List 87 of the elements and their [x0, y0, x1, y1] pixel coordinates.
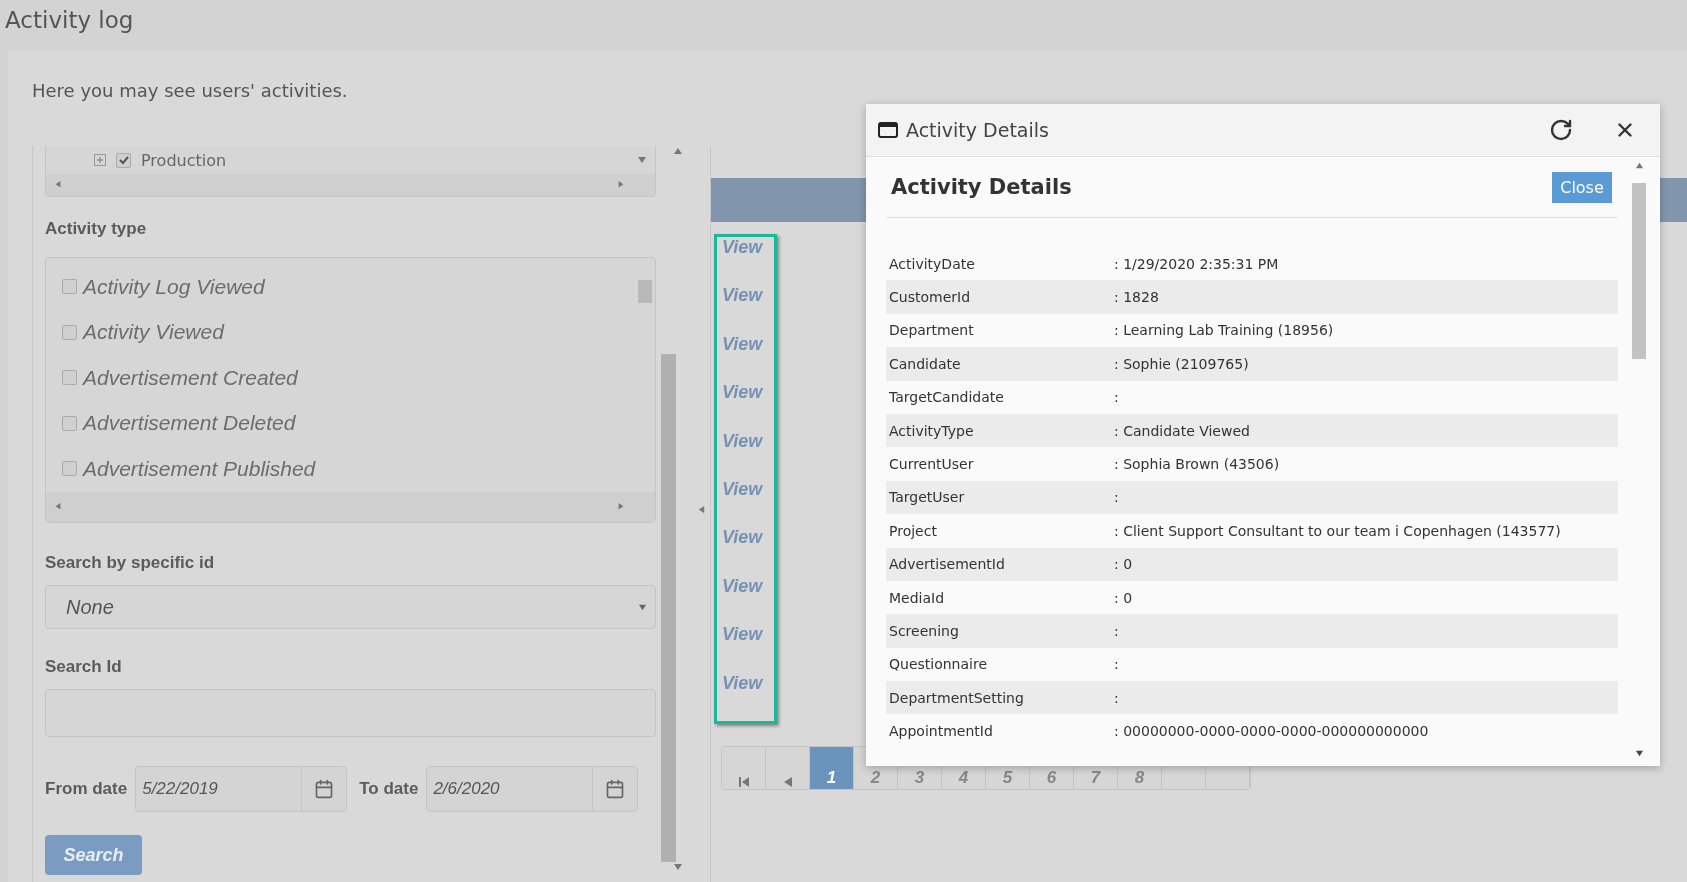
- search-button[interactable]: Search: [45, 835, 142, 875]
- field-value: : 0: [1114, 589, 1133, 606]
- scroll-left-icon[interactable]: [54, 181, 62, 189]
- previous-icon: [783, 777, 792, 787]
- scroll-up-icon[interactable]: [1634, 161, 1644, 170]
- scrollbar-thumb[interactable]: [638, 280, 652, 303]
- field-name: Screening: [889, 623, 960, 639]
- dialog-title: Activity Details: [906, 119, 1050, 141]
- field-value: : Learning Lab Training (18956): [1114, 322, 1334, 339]
- page-title: Activity log: [4, 6, 135, 35]
- field-value: :: [1114, 656, 1119, 673]
- activity-checkbox[interactable]: [62, 324, 77, 340]
- activity-type-label[interactable]: Advertisement Deleted: [83, 411, 296, 436]
- view-link[interactable]: View: [717, 478, 774, 528]
- field-value: : 00000000-0000-0000-0000-000000000000: [1114, 723, 1429, 740]
- calendar-icon[interactable]: [605, 779, 626, 799]
- activity-type-label[interactable]: Activity Viewed: [83, 320, 224, 345]
- window-icon: [878, 122, 898, 138]
- activity-type-label[interactable]: Advertisement Published: [83, 456, 316, 481]
- field-name: DepartmentSetting: [889, 689, 1025, 706]
- field-value: : Client Support Consultant to our team i Copenhagen (143577): [1114, 522, 1561, 539]
- view-link[interactable]: View: [717, 430, 774, 479]
- field-name: TargetUser: [889, 489, 966, 506]
- field-name: Candidate: [889, 355, 962, 372]
- field-value: : Sophia Brown (43506): [1114, 456, 1280, 473]
- field-value: :: [1114, 623, 1119, 639]
- field-label: Search Id: [45, 657, 123, 678]
- scroll-down-icon[interactable]: [1634, 749, 1644, 758]
- view-link[interactable]: View: [717, 382, 774, 431]
- scrollbar-thumb[interactable]: [1632, 183, 1646, 359]
- activity-checkbox[interactable]: [62, 461, 77, 477]
- activity-checkbox[interactable]: [62, 415, 77, 431]
- dropdown-arrow-icon[interactable]: [637, 155, 647, 165]
- view-link[interactable]: View: [717, 237, 774, 286]
- field-name: AdvertisementId: [889, 556, 1006, 573]
- view-link[interactable]: View: [717, 285, 774, 334]
- page-button[interactable]: 1: [810, 747, 854, 789]
- first-page-button[interactable]: [722, 747, 766, 789]
- field-name: CustomerId: [889, 289, 972, 306]
- dropdown-arrow-icon[interactable]: [638, 602, 647, 612]
- activity-type-label[interactable]: Advertisement Created: [83, 365, 298, 390]
- field-name: ActivityDate: [889, 255, 976, 272]
- view-link[interactable]: View: [717, 624, 774, 673]
- calendar-icon[interactable]: [314, 779, 335, 799]
- field-name: Questionnaire: [889, 656, 989, 673]
- tree-item-label[interactable]: Production: [141, 150, 227, 170]
- field-name: Project: [889, 522, 938, 539]
- field-value: : 1828: [1114, 289, 1159, 306]
- scrollbar-thumb[interactable]: [661, 354, 676, 862]
- view-link[interactable]: View: [717, 333, 774, 383]
- view-link[interactable]: View: [717, 527, 774, 576]
- scroll-right-icon[interactable]: [617, 502, 625, 511]
- field-value: : 1/29/2020 2:35:31 PM: [1114, 255, 1279, 272]
- close-button[interactable]: Close: [1552, 171, 1612, 203]
- to-date-label: To date: [359, 779, 419, 799]
- activity-checkbox[interactable]: [62, 370, 77, 386]
- dialog-heading: Activity Details: [891, 175, 1072, 199]
- field-value: : Sophie (2109765): [1114, 355, 1249, 372]
- page-description: Here you may see users' activities.: [32, 80, 348, 101]
- from-date-field[interactable]: 5/22/2019: [135, 766, 348, 812]
- activity-type-label[interactable]: Activity Log Viewed: [83, 274, 265, 299]
- scroll-right-icon[interactable]: [617, 181, 625, 189]
- field-value: :: [1114, 389, 1119, 406]
- field-name: AppointmentId: [889, 723, 994, 740]
- scroll-up-icon[interactable]: [673, 146, 683, 156]
- tree-checkbox[interactable]: [116, 152, 131, 168]
- field-value: :: [1114, 489, 1119, 506]
- to-date-field[interactable]: 2/6/2020: [426, 766, 639, 812]
- view-link[interactable]: View: [717, 672, 774, 721]
- collapse-icon[interactable]: [697, 506, 706, 515]
- scroll-left-icon[interactable]: [54, 502, 62, 511]
- field-name: ActivityType: [889, 422, 975, 439]
- id-type-select[interactable]: None: [45, 585, 656, 629]
- first-page-icon: [738, 777, 749, 787]
- expand-icon[interactable]: [94, 154, 106, 166]
- field-name: CurrentUser: [889, 456, 975, 473]
- field-value: :: [1114, 689, 1119, 706]
- field-label: Search by specific id: [45, 553, 216, 574]
- field-label: Activity type: [45, 219, 148, 240]
- from-date-label: From date: [45, 779, 128, 799]
- field-name: Department: [889, 322, 975, 339]
- field-value: : 0: [1114, 556, 1133, 573]
- activity-checkbox[interactable]: [62, 279, 77, 295]
- field-value: : Candidate Viewed: [1114, 422, 1250, 439]
- view-link[interactable]: View: [717, 575, 774, 625]
- field-name: MediaId: [889, 589, 946, 606]
- field-name: TargetCandidate: [889, 389, 1005, 406]
